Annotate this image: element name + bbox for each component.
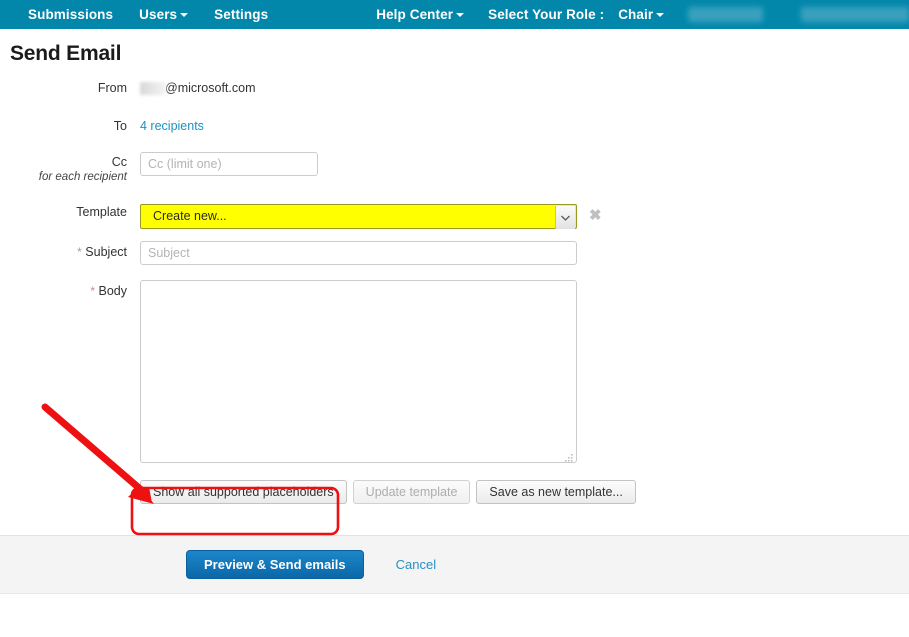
footer-action-bar: Preview & Send emails Cancel	[0, 535, 909, 594]
form-row-cc: Cc for each recipient	[0, 154, 909, 184]
nav-item-submissions[interactable]: Submissions	[28, 7, 113, 22]
to-value-container: 4 recipients	[140, 118, 909, 134]
form-row-to: To 4 recipients	[0, 118, 909, 134]
nav-item-submissions-label: Submissions	[28, 7, 113, 22]
clear-template-icon[interactable]: ✖	[589, 207, 602, 225]
chevron-down-icon[interactable]	[555, 206, 575, 229]
cc-input[interactable]	[140, 152, 318, 176]
body-textarea-container	[140, 280, 909, 466]
nav-item-role-chair[interactable]: Chair	[618, 7, 664, 22]
subject-input[interactable]	[140, 241, 577, 265]
redacted-nav-text-1	[688, 7, 763, 22]
send-email-form: From @microsoft.com To 4 recipients Cc f…	[0, 80, 909, 504]
preview-and-send-button[interactable]: Preview & Send emails	[186, 550, 364, 579]
to-label: To	[0, 118, 140, 134]
update-template-button: Update template	[353, 480, 471, 504]
nav-item-help-center-label: Help Center	[376, 7, 453, 22]
recipients-link[interactable]: 4 recipients	[140, 119, 204, 133]
nav-item-role-chair-label: Chair	[618, 7, 653, 22]
cancel-link[interactable]: Cancel	[396, 557, 436, 572]
template-select-value: Create new...	[153, 209, 227, 223]
save-as-new-template-button[interactable]: Save as new template...	[476, 480, 635, 504]
body-label: * Body	[0, 283, 140, 299]
template-control-container: Create new... ✖	[140, 204, 909, 229]
from-value: @microsoft.com	[140, 80, 909, 96]
template-label: Template	[0, 204, 140, 220]
from-value-container: @microsoft.com	[140, 80, 909, 96]
redacted-nav-text-2	[801, 7, 909, 22]
subject-label: * Subject	[0, 244, 140, 260]
form-row-template: Template Create new... ✖	[0, 204, 909, 229]
form-row-body: * Body	[0, 283, 909, 466]
nav-item-help-center[interactable]: Help Center	[376, 7, 464, 22]
nav-label-select-your-role: Select Your Role :	[488, 7, 604, 22]
cc-sublabel: for each recipient	[0, 170, 140, 184]
template-select[interactable]: Create new...	[140, 204, 577, 229]
chevron-down-icon	[656, 13, 664, 17]
body-textarea[interactable]	[140, 280, 577, 463]
body-required-marker: *	[90, 284, 95, 298]
nav-label-select-your-role-text: Select Your Role :	[488, 7, 604, 22]
nav-item-settings[interactable]: Settings	[214, 7, 268, 22]
from-email-domain: @microsoft.com	[165, 80, 255, 96]
page-title: Send Email	[10, 42, 909, 66]
show-placeholders-button[interactable]: Show all supported placeholders	[140, 480, 347, 504]
subject-input-container	[140, 241, 909, 265]
from-label: From	[0, 80, 140, 96]
nav-item-users-label: Users	[139, 7, 177, 22]
cc-label: Cc	[0, 154, 140, 170]
form-row-from: From @microsoft.com	[0, 80, 909, 96]
redacted-email-prefix	[140, 82, 166, 95]
body-textarea-wrap	[140, 280, 577, 466]
nav-item-users[interactable]: Users	[139, 7, 188, 22]
subject-required-marker: *	[77, 245, 82, 259]
nav-item-settings-label: Settings	[214, 7, 268, 22]
template-actions-group: Show all supported placeholders Update t…	[140, 480, 909, 504]
cc-input-container	[140, 152, 909, 176]
form-row-template-actions: Show all supported placeholders Update t…	[0, 480, 909, 504]
body-label-text: Body	[99, 284, 128, 298]
template-select-wrap: Create new... ✖	[140, 204, 577, 229]
chevron-down-icon	[456, 13, 464, 17]
top-navbar: Submissions Users Settings Help Center S…	[0, 0, 909, 29]
nav-left-group: Submissions Users Settings	[28, 7, 294, 22]
chevron-down-icon	[180, 13, 188, 17]
form-row-subject: * Subject	[0, 244, 909, 265]
subject-label-text: Subject	[85, 245, 127, 259]
nav-right-group: Help Center Select Your Role : Chair	[376, 7, 664, 22]
